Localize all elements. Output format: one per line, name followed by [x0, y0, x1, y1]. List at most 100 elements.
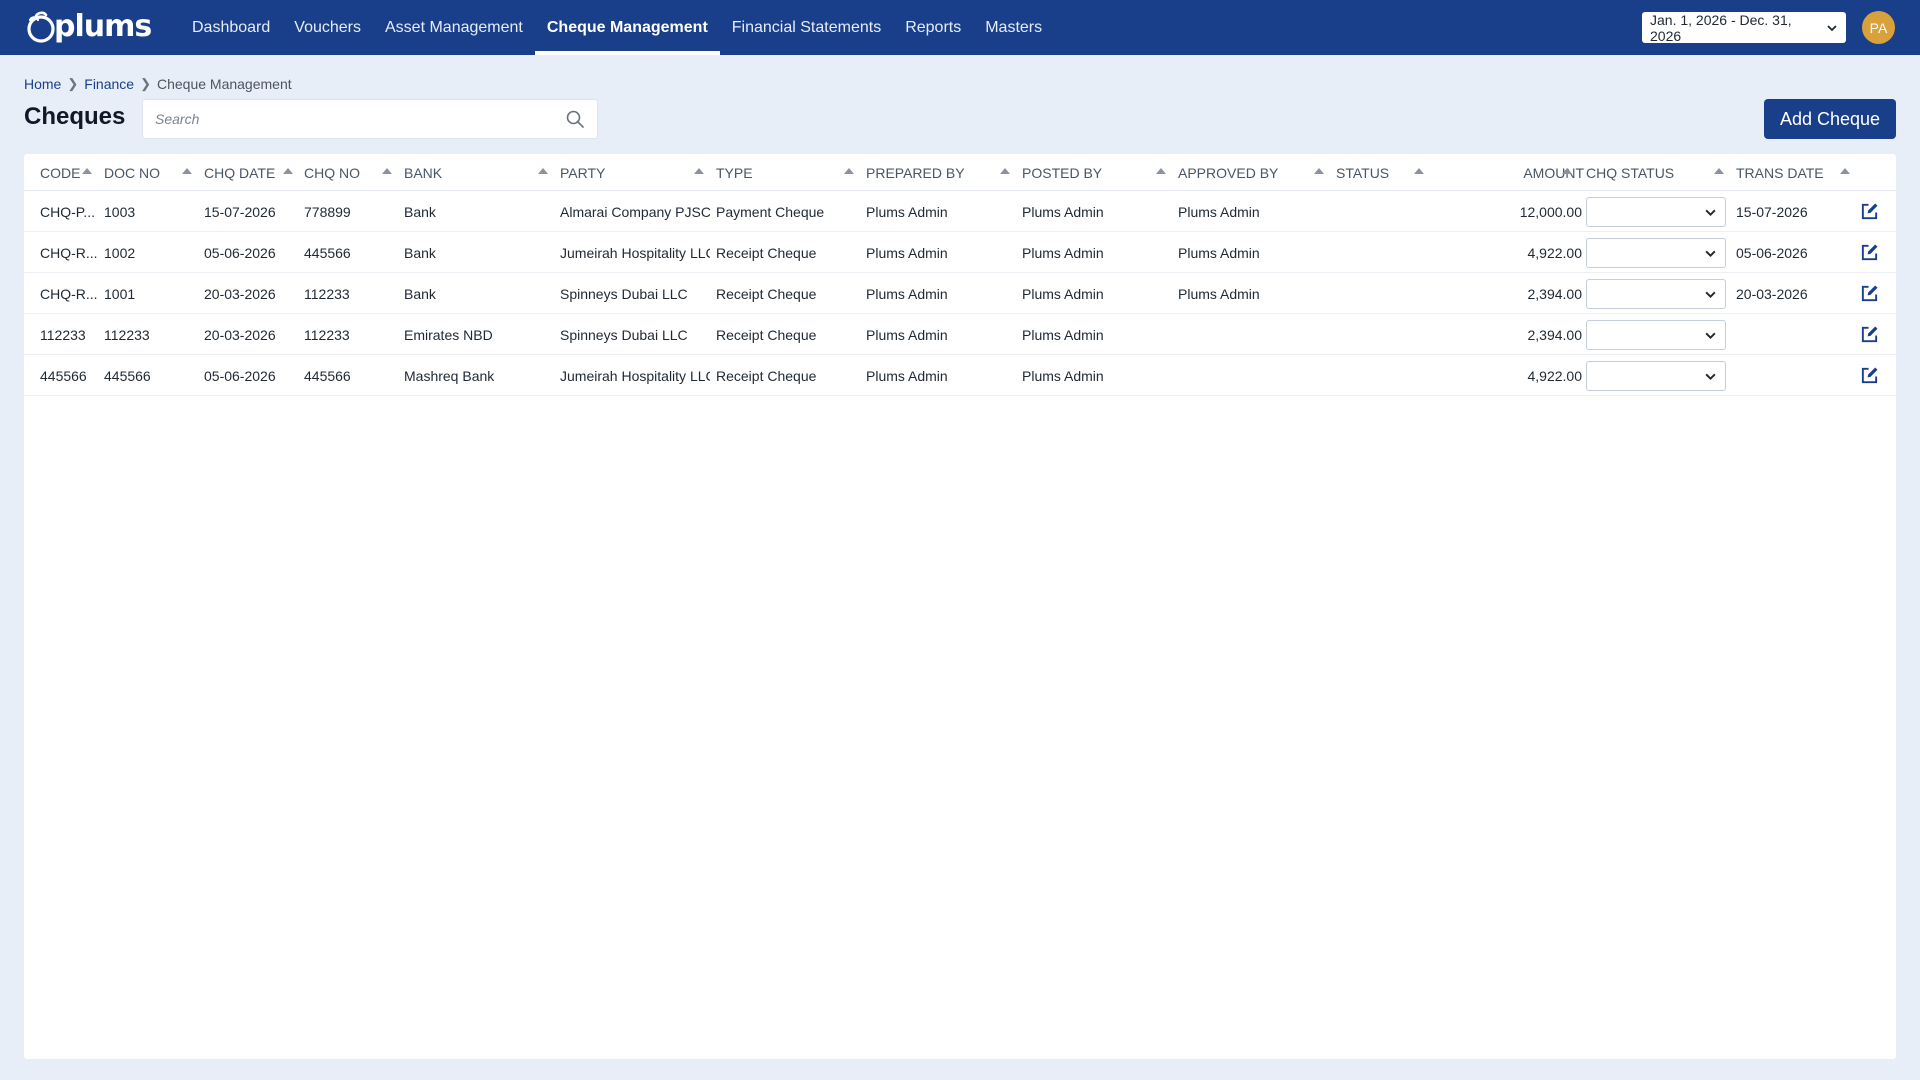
nav-reports[interactable]: Reports — [893, 0, 973, 55]
page-title: Cheques — [24, 103, 126, 130]
edit-icon[interactable] — [1860, 366, 1879, 385]
chq-status-select[interactable] — [1586, 361, 1726, 391]
cell-type: Receipt Cheque — [716, 285, 817, 302]
sort-asc-icon[interactable] — [182, 168, 192, 174]
brand-name: plums — [54, 9, 152, 44]
nav-masters[interactable]: Masters — [973, 0, 1054, 55]
table-row[interactable]: 445566 445566 05-06-2026 445566 Mashreq … — [24, 355, 1896, 396]
column-header-approved-by[interactable]: APPROVED BY — [1178, 154, 1278, 191]
cell-prepared-by: Plums Admin — [866, 203, 948, 220]
chq-status-select[interactable] — [1586, 197, 1726, 227]
column-header-chq-status[interactable]: CHQ STATUS — [1586, 154, 1674, 191]
table-header: CODE DOC NO CHQ DATE CHQ NO BANK PARTY T… — [24, 154, 1896, 191]
nav-asset-management[interactable]: Asset Management — [373, 0, 535, 55]
breadcrumb: Home ❯ Finance ❯ Cheque Management — [24, 76, 292, 92]
cell-type: Receipt Cheque — [716, 326, 817, 343]
cell-type: Receipt Cheque — [716, 244, 817, 261]
cell-party: Almarai Company PJSC — [560, 203, 710, 220]
column-header-chq-date[interactable]: CHQ DATE — [204, 154, 275, 191]
breadcrumb-home[interactable]: Home — [24, 76, 61, 92]
column-header-doc-no[interactable]: DOC NO — [104, 154, 160, 191]
cell-party: Spinneys Dubai LLC — [560, 326, 688, 343]
column-header-code[interactable]: CODE — [40, 154, 80, 191]
nav-label: Asset Management — [385, 18, 523, 36]
table-row[interactable]: CHQ-R... 1001 20-03-2026 112233 Bank Spi… — [24, 273, 1896, 314]
cell-code: CHQ-R... — [40, 285, 98, 302]
cell-posted-by: Plums Admin — [1022, 285, 1104, 302]
cell-bank: Mashreq Bank — [404, 367, 495, 384]
sort-asc-icon[interactable] — [82, 168, 92, 174]
column-header-chq-no[interactable]: CHQ NO — [304, 154, 360, 191]
chevron-down-icon — [1705, 209, 1716, 217]
sort-asc-icon[interactable] — [1000, 168, 1010, 174]
cell-type: Payment Cheque — [716, 203, 825, 220]
nav-label: Vouchers — [294, 18, 361, 36]
cell-approved-by: Plums Admin — [1178, 244, 1260, 261]
chevron-down-icon — [1705, 250, 1716, 258]
nav-vouchers[interactable]: Vouchers — [282, 0, 373, 55]
edit-icon[interactable] — [1860, 243, 1879, 262]
brand-logo[interactable]: plums — [24, 8, 152, 46]
cell-chq-date: 05-06-2026 — [204, 367, 276, 384]
cell-amount: 4,922.00 — [1527, 244, 1583, 261]
cell-posted-by: Plums Admin — [1022, 203, 1104, 220]
edit-icon[interactable] — [1860, 284, 1879, 303]
date-range-select[interactable]: Jan. 1, 2026 - Dec. 31, 2026 — [1642, 12, 1846, 44]
chevron-right-icon: ❯ — [67, 76, 79, 91]
search-input[interactable] — [155, 111, 565, 127]
edit-icon[interactable] — [1860, 325, 1879, 344]
sort-asc-icon[interactable] — [694, 168, 704, 174]
nav-cheque-management[interactable]: Cheque Management — [534, 0, 720, 55]
column-header-bank[interactable]: BANK — [404, 154, 442, 191]
chq-status-select[interactable] — [1586, 238, 1726, 268]
table-row[interactable]: CHQ-R... 1002 05-06-2026 445566 Bank Jum… — [24, 232, 1896, 273]
cell-chq-no: 445566 — [304, 367, 351, 384]
nav-dashboard[interactable]: Dashboard — [180, 0, 282, 55]
column-header-status[interactable]: STATUS — [1336, 154, 1389, 191]
column-header-prepared-by[interactable]: PREPARED BY — [866, 154, 965, 191]
cell-doc-no: 1001 — [104, 285, 136, 302]
sort-asc-icon[interactable] — [1840, 168, 1850, 174]
user-avatar[interactable]: PA — [1862, 11, 1895, 44]
breadcrumb-finance[interactable]: Finance — [84, 76, 134, 92]
nav-label: Reports — [905, 18, 962, 36]
cell-chq-date: 20-03-2026 — [204, 285, 276, 302]
edit-icon[interactable] — [1860, 202, 1879, 221]
cell-approved-by: Plums Admin — [1178, 203, 1260, 220]
column-header-amount[interactable]: AMOUNT — [1504, 154, 1584, 191]
column-header-trans-date[interactable]: TRANS DATE — [1736, 154, 1824, 191]
nav-financial-statements[interactable]: Financial Statements — [720, 0, 893, 55]
sort-asc-icon[interactable] — [844, 168, 854, 174]
sort-asc-icon[interactable] — [1156, 168, 1166, 174]
cell-bank: Bank — [404, 244, 436, 261]
column-header-posted-by[interactable]: POSTED BY — [1022, 154, 1102, 191]
cell-bank: Emirates NBD — [404, 326, 493, 343]
column-header-type[interactable]: TYPE — [716, 154, 753, 191]
cell-prepared-by: Plums Admin — [866, 326, 948, 343]
plums-logo-icon — [27, 11, 55, 43]
chq-status-select[interactable] — [1586, 320, 1726, 350]
column-header-party[interactable]: PARTY — [560, 154, 605, 191]
cell-code: CHQ-R... — [40, 244, 98, 261]
cell-trans-date: 05-06-2026 — [1736, 244, 1808, 261]
cell-type: Receipt Cheque — [716, 367, 817, 384]
cell-chq-date: 15-07-2026 — [204, 203, 276, 220]
cell-code: 112233 — [40, 326, 86, 343]
add-cheque-button[interactable]: Add Cheque — [1764, 99, 1896, 139]
sort-asc-icon[interactable] — [1562, 168, 1572, 174]
cell-party: Jumeirah Hospitality LLC — [560, 367, 710, 384]
sort-asc-icon[interactable] — [538, 168, 548, 174]
cell-posted-by: Plums Admin — [1022, 367, 1104, 384]
sort-asc-icon[interactable] — [1714, 168, 1724, 174]
sort-asc-icon[interactable] — [382, 168, 392, 174]
sort-asc-icon[interactable] — [1314, 168, 1324, 174]
sort-asc-icon[interactable] — [283, 168, 293, 174]
chq-status-select[interactable] — [1586, 279, 1726, 309]
table-row[interactable]: CHQ-P... 1003 15-07-2026 778899 Bank Alm… — [24, 191, 1896, 232]
cell-code: CHQ-P... — [40, 203, 95, 220]
sort-asc-icon[interactable] — [1414, 168, 1424, 174]
cell-prepared-by: Plums Admin — [866, 285, 948, 302]
search-icon[interactable] — [565, 109, 585, 129]
cell-posted-by: Plums Admin — [1022, 244, 1104, 261]
table-row[interactable]: 112233 112233 20-03-2026 112233 Emirates… — [24, 314, 1896, 355]
